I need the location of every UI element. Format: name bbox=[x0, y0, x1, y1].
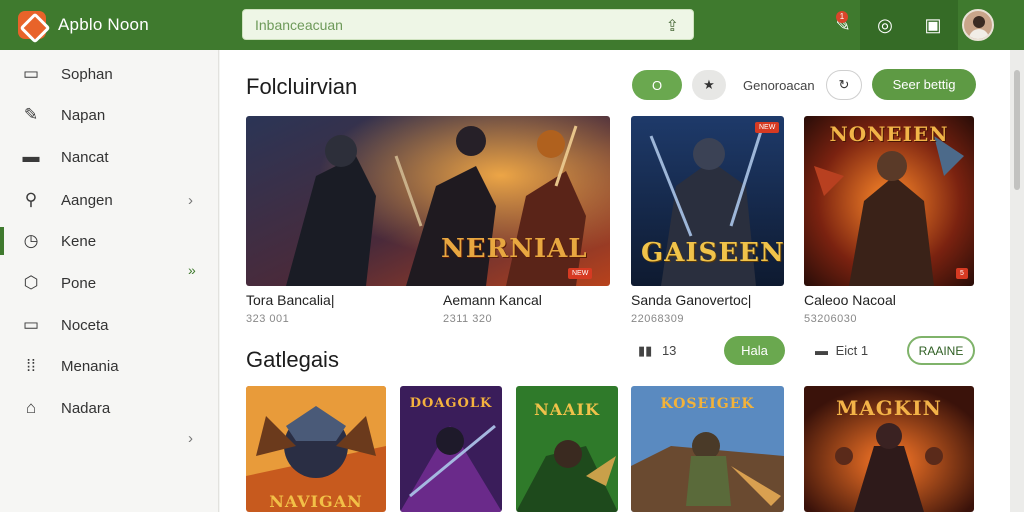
categories-title: Gatlegais bbox=[246, 347, 339, 372]
expand-arrow-icon[interactable]: » bbox=[188, 262, 196, 278]
folder-icon: ▭ bbox=[22, 64, 40, 83]
featured-card-3[interactable]: NONEIEN 5 bbox=[804, 116, 974, 286]
search-icon: ⚲ bbox=[24, 190, 38, 209]
search-input[interactable]: Inbanceacuan ⇪ bbox=[242, 9, 694, 40]
card-art-title: NERNIAL bbox=[441, 234, 588, 264]
category-tile[interactable]: DOAGOLK bbox=[400, 386, 502, 512]
sidebar-item-label: Aangen bbox=[61, 191, 113, 209]
card-subtitle: 2311 320 bbox=[443, 313, 493, 325]
tile-art-title: NAAIK bbox=[534, 400, 600, 419]
sidebar-item-label: Nancat bbox=[61, 148, 109, 166]
card-caption[interactable]: Aemann Kancal bbox=[443, 292, 542, 308]
star-icon: ★ bbox=[703, 77, 715, 92]
notification-badge: 1 bbox=[836, 11, 848, 23]
card-subtitle: 323 001 bbox=[246, 313, 290, 325]
chevron-right-icon[interactable]: › bbox=[188, 192, 193, 209]
sidebar-item-label: Nadara bbox=[61, 399, 111, 417]
secondary-stat: ▬ Eict 1 bbox=[815, 343, 868, 358]
new-badge: NEW bbox=[755, 122, 780, 133]
category-tile[interactable]: NAVIGAN bbox=[246, 386, 386, 512]
sidebar-item-noceta[interactable]: ▭ Noceta bbox=[0, 305, 219, 345]
folder-icon: ▬ bbox=[815, 343, 828, 358]
category-tile[interactable]: MAGKIN bbox=[804, 386, 974, 512]
category-outline-button[interactable]: RAAINE bbox=[907, 336, 975, 365]
chevron-right-icon[interactable]: › bbox=[188, 430, 193, 447]
sidebar-item-sophan[interactable]: ▭ Sophan bbox=[0, 54, 219, 94]
card-caption[interactable]: Tora Bancalia| bbox=[246, 292, 334, 308]
avatar[interactable] bbox=[962, 9, 994, 41]
chat-button[interactable]: ◎ bbox=[860, 0, 910, 50]
sidebar-item-label: Napan bbox=[61, 106, 106, 124]
star-button[interactable]: ★ bbox=[692, 70, 726, 100]
pen-icon: ✎ bbox=[23, 105, 39, 124]
sidebar-item-nancat[interactable]: ▬ Nancat bbox=[0, 137, 219, 177]
category-primary-button[interactable]: Hala bbox=[724, 336, 785, 365]
featured-card-2[interactable]: GAISEEN NEW bbox=[631, 116, 784, 286]
calendar-icon: ▣ bbox=[924, 14, 942, 35]
card-caption[interactable]: Sanda Ganovertoc| bbox=[631, 292, 751, 308]
card-subtitle: 53206030 bbox=[804, 313, 857, 325]
category-tile[interactable]: KOSEIGEK bbox=[631, 386, 784, 512]
card-art-title: GAISEEN bbox=[641, 238, 784, 268]
count-stat: ▮▮ 13 bbox=[638, 343, 676, 359]
top-bar: Apblo Noon Inbanceacuan ⇪ ✎ 1 ◎ ▣ bbox=[0, 0, 1024, 50]
tile-art-title: NAVIGAN bbox=[269, 492, 363, 511]
clock-icon: ◷ bbox=[23, 231, 39, 250]
sidebar-item-nadara[interactable]: ⌂ Nadara bbox=[0, 388, 219, 428]
app-logo[interactable] bbox=[18, 11, 46, 39]
cards-icon: ▮▮ bbox=[638, 343, 653, 358]
search-placeholder: Inbanceacuan bbox=[255, 17, 343, 33]
tag-icon: ⌂ bbox=[25, 398, 37, 417]
upload-icon[interactable]: ⇪ bbox=[666, 16, 679, 36]
tile-art-title: KOSEIGEK bbox=[660, 396, 755, 412]
count-badge: 5 bbox=[956, 268, 968, 279]
sidebar: ▭ Sophan ✎ Napan ▬ Nancat ⚲ Aangen › ◷ K… bbox=[0, 50, 219, 512]
calendar-button[interactable]: ▣ bbox=[908, 0, 958, 50]
scrollbar-thumb[interactable] bbox=[1014, 70, 1020, 190]
card-art-title: NONEIEN bbox=[829, 122, 949, 146]
refresh-button[interactable]: ↻ bbox=[826, 70, 862, 100]
sidebar-item-label: Pone bbox=[61, 274, 97, 292]
tile-art-title: MAGKIN bbox=[836, 396, 942, 420]
card-subtitle: 22068309 bbox=[631, 313, 684, 325]
sidebar-item-napan[interactable]: ✎ Napan bbox=[0, 95, 219, 135]
sidebar-item-menania[interactable]: ⁞⁞ Menania bbox=[0, 346, 219, 386]
window-icon: ▬ bbox=[22, 147, 40, 166]
sidebar-item-pone[interactable]: ⬡ Pone bbox=[0, 263, 219, 303]
panel-icon: ▭ bbox=[22, 315, 40, 334]
tile-art-title: DOAGOLK bbox=[409, 396, 493, 411]
chat-icon: ◎ bbox=[877, 14, 893, 35]
sidebar-item-aangen[interactable]: ⚲ Aangen › bbox=[0, 180, 219, 220]
sidebar-item-label: Sophan bbox=[61, 65, 113, 83]
card-caption[interactable]: Caleoo Nacoal bbox=[804, 292, 896, 308]
count-value: 13 bbox=[661, 343, 677, 358]
shield-icon: ⬡ bbox=[23, 273, 39, 292]
filter-label[interactable]: Genoroacan bbox=[743, 78, 815, 93]
app-title: Apblo Noon bbox=[58, 15, 149, 34]
sidebar-item-label: Menania bbox=[61, 357, 119, 375]
sidebar-item-label: Kene bbox=[61, 232, 97, 250]
new-badge: NEW bbox=[568, 268, 593, 279]
category-tile[interactable]: NAAIK bbox=[516, 386, 618, 512]
sidebar-item-kene[interactable]: ◷ Kene bbox=[0, 221, 219, 261]
secondary-stat-value: Eict 1 bbox=[835, 343, 869, 358]
sidebar-item-label: Noceta bbox=[61, 316, 109, 334]
featured-card-1[interactable]: NERNIAL NEW bbox=[246, 116, 610, 286]
featured-title: Folcluirvian bbox=[246, 74, 358, 99]
refresh-icon: ↻ bbox=[838, 77, 850, 92]
primary-toggle-button[interactable]: O bbox=[632, 70, 682, 100]
see-all-button[interactable]: Seer bettig bbox=[872, 69, 976, 100]
grid-icon: ⁞⁞ bbox=[26, 356, 36, 375]
